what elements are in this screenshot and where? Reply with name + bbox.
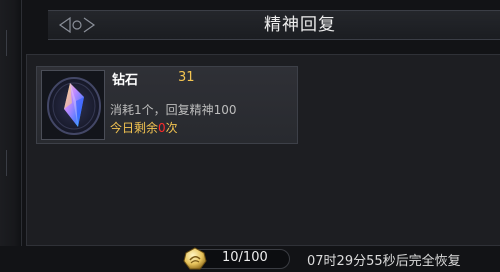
- energy-value: 10/100: [222, 250, 268, 265]
- item-description: 消耗1个，回复精神100: [110, 103, 237, 117]
- daily-limit-value: 0: [158, 121, 166, 135]
- page-title: 精神回复: [264, 15, 336, 35]
- left-frame: [0, 0, 22, 272]
- item-name: 钻石: [112, 73, 139, 88]
- diamond-crystal-icon: [47, 77, 101, 135]
- daily-limit-suffix: 次: [165, 121, 178, 135]
- energy-coin-icon: [183, 247, 207, 271]
- daily-limit-prefix: 今日剩余: [110, 121, 159, 135]
- item-count: 31: [178, 70, 195, 85]
- frame-notch: [6, 150, 16, 176]
- item-icon-slot[interactable]: [41, 70, 105, 140]
- recover-timer: 07时29分55秒后完全恢复: [307, 254, 461, 269]
- daily-limit: 今日剩余0次: [110, 119, 178, 136]
